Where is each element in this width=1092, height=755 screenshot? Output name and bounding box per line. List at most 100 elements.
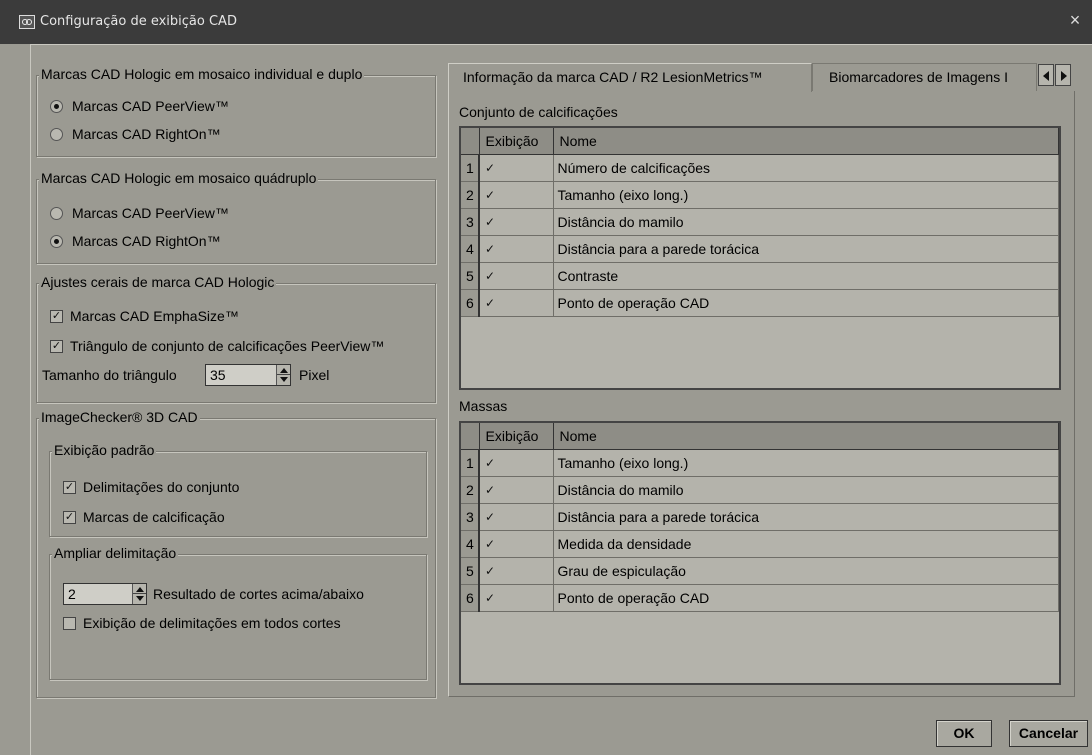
app-icon (19, 15, 35, 29)
option-label: Marcas de calcificação (83, 509, 225, 525)
checkbox-checked-icon[interactable]: ✓ (484, 457, 496, 470)
display-checkbox-cell[interactable]: ✓ (479, 235, 554, 263)
display-checkbox-cell[interactable]: ✓ (479, 154, 554, 182)
radio-peerview-quad[interactable]: Marcas CAD PeerView™ (50, 205, 229, 221)
group-legend: ImageChecker® 3D CAD (39, 409, 200, 425)
table-row[interactable]: 3 ✓ Distância para a parede torácica (461, 503, 1059, 531)
radio-righton-quad[interactable]: Marcas CAD RightOn™ (50, 233, 221, 249)
radio-selected-icon (50, 99, 63, 113)
ok-button[interactable]: OK (936, 720, 992, 747)
slices-spinner[interactable]: 2 (63, 583, 147, 605)
table-row[interactable]: 1 ✓ Tamanho (eixo long.) (461, 449, 1059, 477)
slices-label: Resultado de cortes acima/abaixo (153, 586, 364, 602)
name-cell: Número de calcificações (553, 154, 1059, 182)
option-label: Delimitações do conjunto (83, 479, 240, 495)
display-checkbox-cell[interactable]: ✓ (479, 181, 554, 209)
name-cell: Ponto de operação CAD (553, 289, 1059, 317)
group-legend: Ampliar delimitação (52, 545, 179, 561)
row-number: 1 (461, 154, 480, 182)
cancel-button[interactable]: Cancelar (1009, 720, 1088, 747)
checkbox-checked-icon: ✓ (63, 480, 76, 494)
table-row[interactable]: 4 ✓ Medida da densidade (461, 530, 1059, 558)
table-row[interactable]: 3 ✓ Distância do mamilo (461, 208, 1059, 236)
window-title: Configuração de exibição CAD (40, 14, 237, 29)
checkbox-checked-icon[interactable]: ✓ (484, 189, 496, 202)
checkbox-checked-icon[interactable]: ✓ (484, 538, 496, 551)
name-cell: Tamanho (eixo long.) (553, 181, 1059, 209)
close-icon[interactable]: × (1064, 8, 1086, 32)
spinner-arrows-icon[interactable] (132, 584, 146, 604)
tab-image-biomarkers[interactable]: Biomarcadores de Imagens I (812, 63, 1037, 91)
tab-scroll-left[interactable] (1038, 64, 1054, 86)
checkbox-cluster-bounds[interactable]: ✓ Delimitações do conjunto (63, 479, 239, 495)
mass-section-label: Massas (459, 398, 508, 414)
tab-scroll-right[interactable] (1055, 64, 1071, 86)
triangle-size-label: Tamanho do triângulo (42, 367, 177, 383)
option-label: Marcas CAD PeerView™ (72, 98, 229, 114)
checkbox-checked-icon[interactable]: ✓ (484, 511, 496, 524)
row-number: 6 (461, 584, 480, 612)
display-checkbox-cell[interactable]: ✓ (479, 449, 554, 477)
display-checkbox-cell[interactable]: ✓ (479, 262, 554, 290)
triangle-size-spinner[interactable]: 35 (205, 364, 291, 386)
checkbox-checked-icon[interactable]: ✓ (484, 243, 496, 256)
checkbox-checked-icon[interactable]: ✓ (484, 216, 496, 229)
tab-cad-lesionmetrics[interactable]: Informação da marca CAD / R2 LesionMetri… (448, 63, 812, 92)
group-expand-bounds: Ampliar delimitação 2 Resultado de corte… (49, 545, 427, 680)
group-legend: Exibição padrão (52, 442, 157, 458)
checkbox-checked-icon[interactable]: ✓ (484, 297, 496, 310)
checkbox-all-slices[interactable]: Exibição de delimitações em todos cortes (63, 615, 341, 631)
name-cell: Distância para a parede torácica (553, 235, 1059, 263)
checkbox-checked-icon[interactable]: ✓ (484, 565, 496, 578)
column-header-display[interactable]: Exibição (479, 128, 554, 155)
checkbox-checked-icon[interactable]: ✓ (484, 162, 496, 175)
table-row[interactable]: 2 ✓ Distância do mamilo (461, 476, 1059, 504)
display-checkbox-cell[interactable]: ✓ (479, 289, 554, 317)
table-row[interactable]: 6 ✓ Ponto de operação CAD (461, 584, 1059, 612)
column-header-name[interactable]: Nome (553, 128, 1059, 155)
group-quad-mosaic: Marcas CAD Hologic em mosaico quádruplo … (36, 170, 436, 264)
display-checkbox-cell[interactable]: ✓ (479, 530, 554, 558)
arrow-left-icon (1043, 71, 1049, 81)
table-row[interactable]: 5 ✓ Contraste (461, 262, 1059, 290)
option-label: Marcas CAD RightOn™ (72, 126, 221, 142)
display-checkbox-cell[interactable]: ✓ (479, 476, 554, 504)
row-header-corner (461, 128, 480, 155)
table-row[interactable]: 4 ✓ Distância para a parede torácica (461, 235, 1059, 263)
table-row[interactable]: 5 ✓ Grau de espiculação (461, 557, 1059, 585)
table-row[interactable]: 6 ✓ Ponto de operação CAD (461, 289, 1059, 317)
column-header-display[interactable]: Exibição (479, 423, 554, 450)
cad-display-config-dialog: Configuração de exibição CAD × Marcas CA… (0, 0, 1092, 755)
display-checkbox-cell[interactable]: ✓ (479, 557, 554, 585)
radio-peerview-single[interactable]: Marcas CAD PeerView™ (50, 98, 229, 114)
column-header-name[interactable]: Nome (553, 423, 1059, 450)
group-single-dual-mosaic: Marcas CAD Hologic em mosaico individual… (36, 66, 436, 157)
table-row[interactable]: 2 ✓ Tamanho (eixo long.) (461, 181, 1059, 209)
checkbox-checked-icon[interactable]: ✓ (484, 484, 496, 497)
checkbox-unchecked-icon (63, 616, 76, 630)
option-label: Exibição de delimitações em todos cortes (83, 615, 341, 631)
name-cell: Ponto de operação CAD (553, 584, 1059, 612)
checkbox-checked-icon[interactable]: ✓ (484, 270, 496, 283)
row-number: 3 (461, 208, 480, 236)
radio-righton-single[interactable]: Marcas CAD RightOn™ (50, 126, 221, 142)
row-number: 1 (461, 449, 480, 477)
table-row[interactable]: 1 ✓ Número de calcificações (461, 154, 1059, 182)
unit-label: Pixel (299, 367, 330, 383)
group-default-display: Exibição padrão ✓ Delimitações do conjun… (49, 442, 427, 537)
row-number: 5 (461, 557, 480, 585)
checkbox-calc-marks[interactable]: ✓ Marcas de calcificação (63, 509, 225, 525)
checkbox-peerview-triangle[interactable]: ✓ Triângulo de conjunto de calcificações… (50, 338, 384, 354)
checkbox-emphasize[interactable]: ✓ Marcas CAD EmphaSize™ (50, 308, 239, 324)
display-checkbox-cell[interactable]: ✓ (479, 503, 554, 531)
arrow-right-icon (1061, 71, 1067, 81)
row-number: 5 (461, 262, 480, 290)
display-checkbox-cell[interactable]: ✓ (479, 208, 554, 236)
radio-selected-icon (50, 234, 63, 248)
calc-section-label: Conjunto de calcificações (459, 104, 618, 120)
display-checkbox-cell[interactable]: ✓ (479, 584, 554, 612)
row-number: 4 (461, 235, 480, 263)
checkbox-checked-icon[interactable]: ✓ (484, 592, 496, 605)
checkbox-checked-icon: ✓ (50, 339, 63, 353)
spinner-arrows-icon[interactable] (276, 365, 290, 385)
